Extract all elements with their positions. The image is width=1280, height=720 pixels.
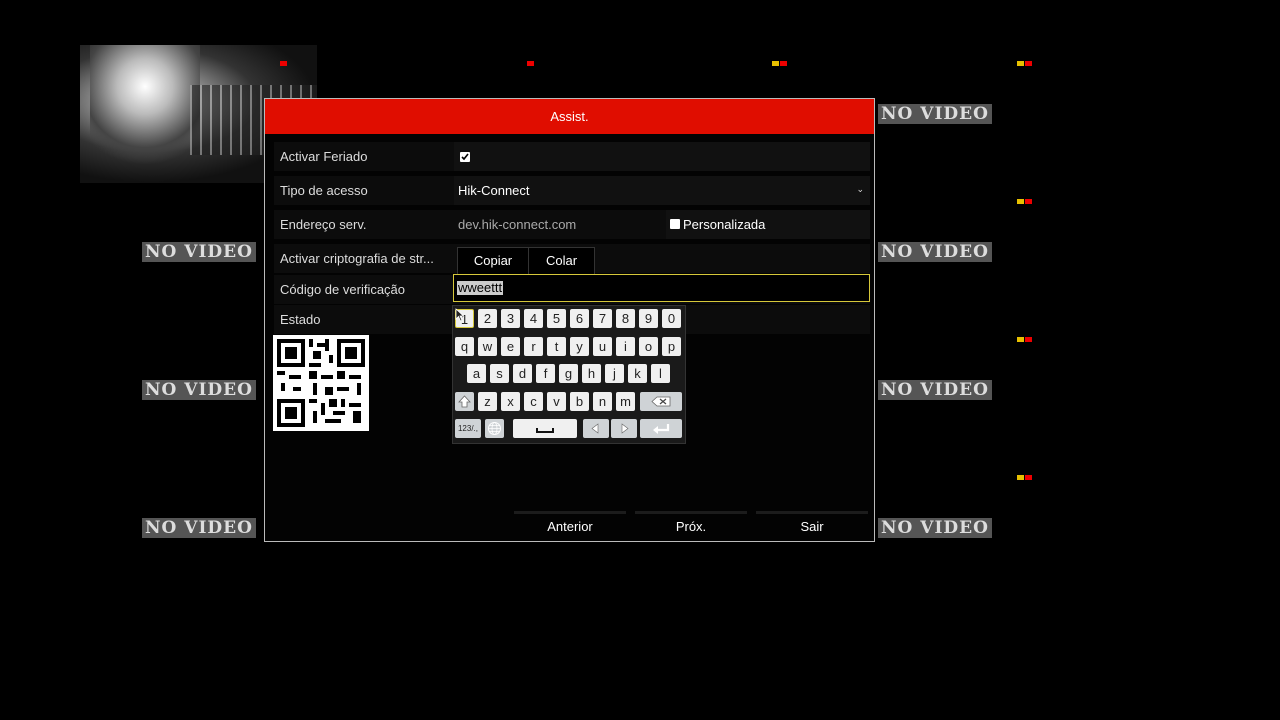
shift-key[interactable] (455, 392, 474, 411)
access-type-select[interactable]: Hik-Connect ⌄ (454, 176, 870, 205)
key-z[interactable]: z (478, 392, 497, 411)
mouse-cursor-icon (455, 308, 465, 322)
key-j[interactable]: j (605, 364, 624, 383)
no-video-label: NO VIDEO (142, 242, 256, 262)
custom-label: Personalizada (683, 217, 766, 232)
key-s[interactable]: s (490, 364, 509, 383)
no-video-label: NO VIDEO (878, 242, 992, 262)
cursor-right-key[interactable] (611, 419, 637, 438)
key-o[interactable]: o (639, 337, 658, 356)
next-button[interactable]: Próx. (635, 511, 747, 540)
chevron-down-icon: ⌄ (856, 184, 864, 194)
shift-icon (458, 395, 471, 408)
verification-code-value: wweettt (457, 280, 504, 295)
key-g[interactable]: g (559, 364, 578, 383)
key-e[interactable]: e (501, 337, 520, 356)
key-8[interactable]: 8 (616, 309, 635, 328)
key-r[interactable]: r (524, 337, 543, 356)
cursor-left-key[interactable] (583, 419, 609, 438)
key-n[interactable]: n (593, 392, 612, 411)
backspace-icon (651, 396, 671, 407)
right-arrow-icon (621, 423, 629, 434)
record-indicator-icon (527, 53, 535, 66)
qr-code-image (273, 335, 369, 431)
verification-code-input[interactable]: wweettt (453, 274, 870, 302)
row-label: Activar criptografia de str... (280, 251, 434, 266)
record-indicator-icon (1017, 329, 1033, 342)
previous-button[interactable]: Anterior (514, 511, 626, 540)
enter-icon (653, 424, 670, 434)
qr-code-icon (273, 335, 369, 431)
no-video-label: NO VIDEO (878, 104, 992, 124)
key-t[interactable]: t (547, 337, 566, 356)
paste-button[interactable]: Colar (528, 247, 595, 275)
record-indicator-icon (772, 53, 788, 66)
key-u[interactable]: u (593, 337, 612, 356)
record-indicator-icon (1017, 467, 1033, 480)
holiday-checkbox[interactable] (460, 152, 470, 162)
row-label: Tipo de acesso (280, 183, 368, 198)
field-container (454, 142, 870, 171)
backspace-key[interactable] (640, 392, 682, 411)
row-access-type: Tipo de acesso Hik-Connect ⌄ (274, 176, 870, 205)
key-5[interactable]: 5 (547, 309, 566, 328)
key-w[interactable]: w (478, 337, 497, 356)
space-key[interactable] (513, 419, 577, 438)
key-l[interactable]: l (651, 364, 670, 383)
key-p[interactable]: p (662, 337, 681, 356)
key-m[interactable]: m (616, 392, 635, 411)
no-video-label: NO VIDEO (878, 380, 992, 400)
key-6[interactable]: 6 (570, 309, 589, 328)
checkmark-icon (461, 153, 469, 161)
row-label: Estado (280, 312, 321, 327)
custom-option[interactable]: Personalizada (666, 210, 870, 239)
no-video-label: NO VIDEO (142, 518, 256, 538)
key-f[interactable]: f (536, 364, 555, 383)
dialog-title: Assist. (265, 99, 874, 134)
enter-key[interactable] (640, 419, 682, 438)
camera-image-tree (90, 45, 200, 183)
key-0[interactable]: 0 (662, 309, 681, 328)
mode-switch-key[interactable]: 123/., (455, 419, 481, 438)
key-3[interactable]: 3 (501, 309, 520, 328)
space-icon (536, 428, 554, 433)
key-h[interactable]: h (582, 364, 601, 383)
key-2[interactable]: 2 (478, 309, 497, 328)
exit-button[interactable]: Sair (756, 511, 868, 540)
access-type-value: Hik-Connect (458, 183, 530, 198)
custom-checkbox[interactable] (670, 219, 680, 229)
no-video-label: NO VIDEO (142, 380, 256, 400)
server-address-value: dev.hik-connect.com (458, 217, 577, 232)
no-video-label: NO VIDEO (878, 518, 992, 538)
row-label: Código de verificação (280, 282, 406, 297)
key-y[interactable]: y (570, 337, 589, 356)
key-c[interactable]: c (524, 392, 543, 411)
record-indicator-icon (280, 53, 288, 66)
key-9[interactable]: 9 (639, 309, 658, 328)
record-indicator-icon (1017, 191, 1033, 204)
server-address-field[interactable]: dev.hik-connect.com (454, 210, 662, 239)
row-activate-holiday: Activar Feriado (274, 142, 870, 171)
copy-button[interactable]: Copiar (457, 247, 529, 275)
record-indicator-icon (1017, 53, 1033, 66)
left-arrow-icon (591, 423, 599, 434)
key-k[interactable]: k (628, 364, 647, 383)
key-v[interactable]: v (547, 392, 566, 411)
on-screen-keyboard: 1 2 3 4 5 6 7 8 9 0 q w e r t y u i o p … (452, 305, 686, 444)
key-i[interactable]: i (616, 337, 635, 356)
key-4[interactable]: 4 (524, 309, 543, 328)
language-key[interactable] (485, 419, 504, 438)
row-label: Endereço serv. (280, 217, 367, 232)
key-x[interactable]: x (501, 392, 520, 411)
key-q[interactable]: q (455, 337, 474, 356)
row-label: Activar Feriado (280, 149, 368, 164)
key-d[interactable]: d (513, 364, 532, 383)
globe-icon (488, 422, 501, 435)
row-server-address: Endereço serv. dev.hik-connect.com Perso… (274, 210, 870, 239)
row-stream-encryption: Activar criptografia de str... Copiar Co… (274, 244, 870, 275)
key-b[interactable]: b (570, 392, 589, 411)
key-a[interactable]: a (467, 364, 486, 383)
key-7[interactable]: 7 (593, 309, 612, 328)
